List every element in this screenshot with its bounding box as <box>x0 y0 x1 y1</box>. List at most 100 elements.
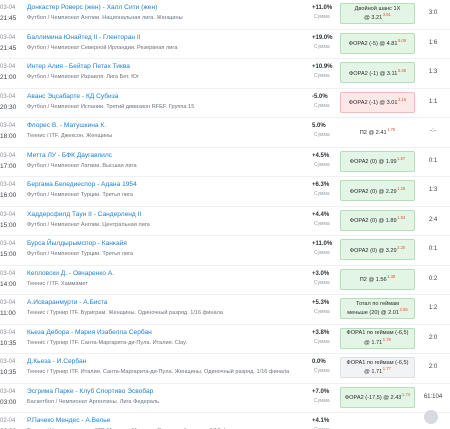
profit-percent: +7.0% <box>312 388 330 395</box>
match-score: 0:1 <box>428 246 438 252</box>
profit-percent: +11.0% <box>312 5 333 11</box>
league-label: Футбол / Чемпионат Англии. Национальная … <box>27 15 183 21</box>
bet-row: 03-04 20:30 Аванс Эцсабарте - КД Субиза Фут… <box>0 89 450 118</box>
sum-label: Сумма <box>314 14 330 20</box>
match-title-link[interactable]: Эсгрима Парке - Клуб Спортиво Эсвобар <box>27 388 153 395</box>
match-title-link[interactable]: А.Исваранмурти - А.Биста <box>27 299 107 306</box>
match-title-link[interactable]: Флорес В. - Матушкина К. <box>27 122 106 129</box>
profit-percent: +3.8% <box>312 329 330 336</box>
event-date: 03-04 <box>0 182 16 188</box>
bet-line: ФОРА2 (-17,5) @ 2.43 <box>344 395 402 402</box>
match-score: 2:0 <box>428 334 438 341</box>
bet-line: П2 @ 2.41 <box>359 129 387 136</box>
league-label: Футбол / Чемпионат Турции. Третья лига <box>27 192 133 198</box>
bet-badge: ФОРА2 (-17,5) @ 2.431.74 <box>340 386 415 408</box>
event-time: 21:00 <box>0 74 17 81</box>
bet-badge: ФОРА1 по геймам (-6,5) @ 1.711.77 <box>340 357 415 378</box>
match-title-link[interactable]: Донкастер Роверс (жен) - Халл Сити (жен) <box>27 4 157 11</box>
bet-line: ФОРА2 (0) @ 1.89 <box>349 218 397 225</box>
bet-row: 03-04 10:35 Кьеза Дебора - Мария Изабелла … <box>0 325 450 354</box>
bet-row: 03-04 15:00 Бурса Йылдырымспор - Канкайя Фу… <box>0 236 450 266</box>
profit-percent: +4.5% <box>312 152 330 159</box>
bet-text: Тотал по геймам меньше (20) @ 2.012.55 <box>347 301 407 317</box>
bet-row: 03-04 21:45 Донкастер Роверс (жен) - Халл … <box>0 0 450 30</box>
bet-badge: ФОРА2 (0) @ 1.991.67 <box>340 150 415 172</box>
odds-change: 1.74 <box>401 392 411 398</box>
odds-change: 1.53 <box>397 215 406 221</box>
profit-percent: +11.0% <box>312 241 333 247</box>
match-title-link[interactable]: Кепловски Д. - Овчаренко А. <box>27 270 114 277</box>
bet-row: 03-04 14:00 Кепловски Д. - Овчаренко А. Тен… <box>0 266 450 295</box>
event-time: 21:45 <box>0 15 17 22</box>
match-title-link[interactable]: Баллимина Юнайтед II - Гленторан II <box>27 34 141 41</box>
profit-percent: +4.1% <box>312 418 330 424</box>
bet-line: ФОРА2 (-5) @ 4.81 <box>348 41 398 48</box>
bet-line-2: @ 3.21 <box>364 15 383 21</box>
odds-change: 1.77 <box>382 366 391 371</box>
event-time: 17:00 <box>0 162 17 170</box>
event-date: 03-04 <box>0 64 16 70</box>
odds-change: 1.78 <box>382 336 391 342</box>
bet-row: 03-04 18:00 Флорес В. - Матушкина К. Теннис… <box>0 118 450 148</box>
profit-percent: -5.0% <box>312 93 328 100</box>
profit-percent: +10.9% <box>312 64 333 70</box>
match-title-link[interactable]: Р.Пачеко Мендес - А.Велье <box>27 417 110 424</box>
event-date: 03-04 <box>0 123 16 129</box>
match-title-link[interactable]: Бурса Йылдырымспор - Канкайя <box>27 240 127 247</box>
event-time: 16:00 <box>0 192 17 199</box>
event-time: 10:35 <box>0 369 17 376</box>
event-date: 03-04 <box>0 241 16 247</box>
bet-row: 03-04 03:00 Эсгрима Парке - Клуб Спортиво … <box>0 384 450 413</box>
match-title-link[interactable]: Бергама Беледиеспор - Адана 1954 <box>27 181 137 188</box>
bet-badge: П2 @ 2.411.75 <box>340 121 415 142</box>
bet-badge: ФОРА2 (0) @ 1.891.53 <box>340 209 415 231</box>
match-score: 1:3 <box>428 187 438 193</box>
bet-badge: Двойной шанс 1X @ 3.213.91 <box>340 3 415 24</box>
bet-line: ФОРА2 (0) @ 3.29 <box>349 247 397 254</box>
bet-row: 03-04 10:35 Д.Кьеза - И.Сербан Теннис / Тур… <box>0 354 450 384</box>
match-title-link[interactable]: Хаддерсфилд Таун II - Сандерленд II <box>27 211 141 218</box>
league-label: Футбол / Чемпионат Турции. Третья лига <box>27 251 133 257</box>
sum-label: Сумма <box>314 309 330 315</box>
bet-text: ФОРА2 (-1) @ 3.113.48 <box>349 68 406 78</box>
bet-line: П2 @ 1.56 <box>359 277 387 284</box>
match-score: 1:6 <box>428 39 438 46</box>
bet-text: ФОРА2 (-1) @ 3.013.16 <box>349 97 406 107</box>
match-score: 2:0 <box>428 364 438 370</box>
match-score: 0:2 <box>428 275 438 282</box>
sum-label: Сумма <box>314 102 330 109</box>
match-title-link[interactable]: Кьеза Дебора - Мария Изабелла Сербан <box>27 329 152 336</box>
event-time: 03:00 <box>0 398 17 406</box>
bet-line: ФОРА2 (-1) @ 3.11 <box>349 70 398 77</box>
profit-percent: +5.3% <box>312 300 330 306</box>
bet-line-2: @ 1.71 <box>364 339 383 346</box>
event-date: 03-04 <box>0 359 16 365</box>
event-date: 03-04 <box>0 5 16 11</box>
odds-change: 3.48 <box>397 67 406 73</box>
sum-label: Сумма <box>314 43 330 50</box>
match-title-link[interactable]: Аванс Эцсабарте - КД Субиза <box>27 93 118 100</box>
profit-percent: +6.3% <box>312 182 330 188</box>
league-label: Теннис / Турнир ITF. Италия. Санта-Марга… <box>27 369 290 375</box>
event-time: 21:45 <box>0 44 17 52</box>
profit-percent: +4.4% <box>312 211 330 218</box>
event-time: 14:00 <box>0 280 17 288</box>
event-time: 11:00 <box>0 310 16 317</box>
league-label: Футбол / Чемпионат Израиля. Лига Бет. Юг <box>27 74 139 80</box>
bet-text: П2 @ 2.411.75 <box>360 127 395 137</box>
match-score: -:- <box>430 128 436 134</box>
league-label: Футбол / Чемпионат Испании. Третий дивиз… <box>27 103 195 110</box>
odds-change: 5.09 <box>398 38 407 44</box>
sum-label: Сумма <box>314 338 330 345</box>
bet-line: ФОРА2 (0) @ 2.29 <box>349 188 397 195</box>
bet-row: 03-04 11:00 А.Исваранмурти - А.Биста Теннис… <box>0 295 450 325</box>
match-title-link[interactable]: Метта ЛУ - БФК Даугавпилс <box>27 152 112 159</box>
event-time: 20:30 <box>0 103 17 111</box>
event-date: 03-04 <box>0 211 16 218</box>
match-title-link[interactable]: Интер Алия - Бейтар Петах Тиква <box>27 63 130 70</box>
profit-percent: 5.0% <box>312 123 326 129</box>
sum-label: Сумма <box>314 368 330 374</box>
match-title-link[interactable]: Д.Кьеза - И.Сербан <box>27 358 86 365</box>
event-time: 18:00 <box>0 133 17 140</box>
bet-badge: ФОРА2 (0) @ 2.291.26 <box>340 180 415 201</box>
